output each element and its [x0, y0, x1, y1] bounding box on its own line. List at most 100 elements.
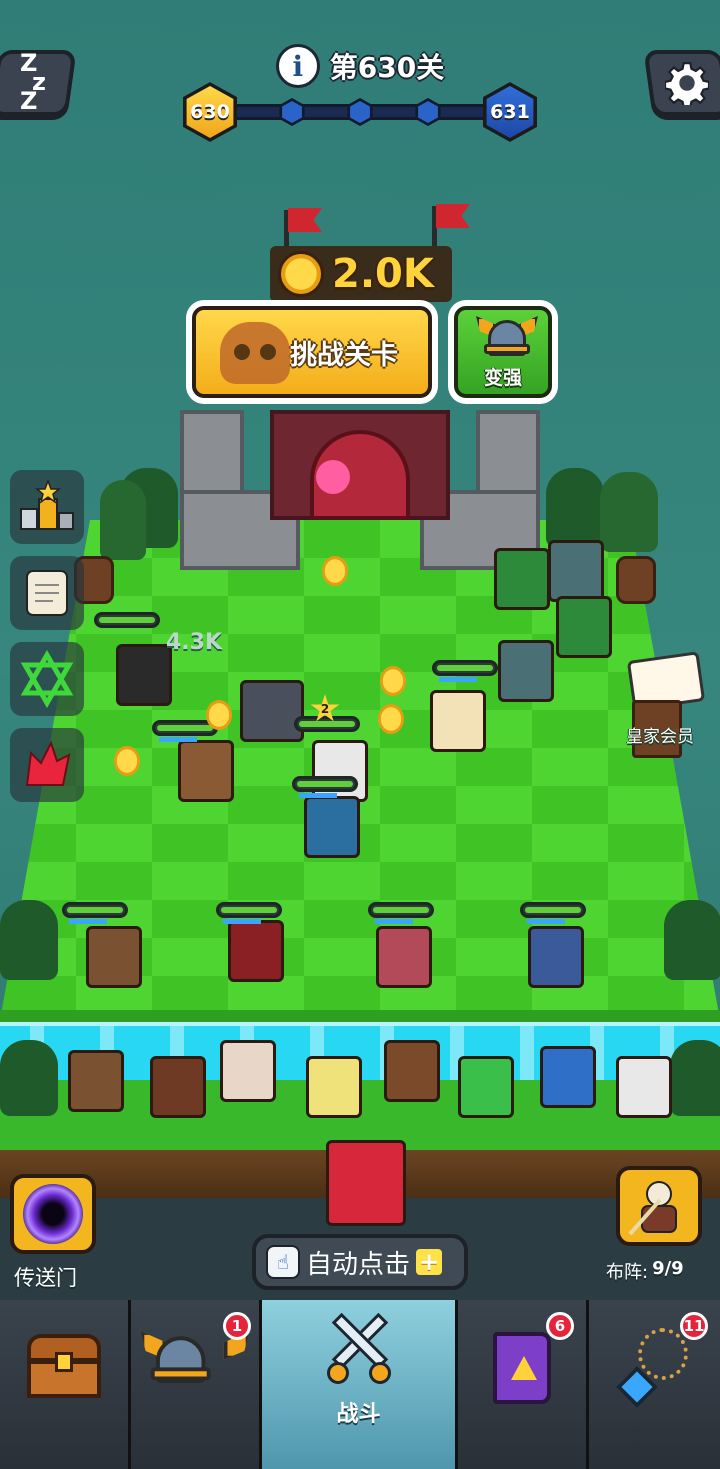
heroes-badge: 1 [223, 1312, 251, 1340]
enemy-unit [498, 640, 554, 702]
castle-stone [180, 410, 244, 500]
bench-hero[interactable] [150, 1056, 206, 1118]
coin-icon[interactable] [322, 556, 348, 586]
enemy-castle [180, 400, 540, 575]
bench-hero[interactable] [540, 1046, 596, 1108]
enemy-unit [240, 680, 304, 742]
barrel [616, 556, 656, 604]
tree [600, 472, 658, 552]
level-progress: 630 631 [180, 82, 540, 142]
enemy-unit [556, 596, 612, 658]
ranking-icon [20, 478, 74, 530]
health-bar [62, 902, 128, 924]
hero-unit [86, 926, 142, 988]
plus-icon: + [416, 1249, 443, 1275]
bench-hero[interactable] [384, 1040, 440, 1102]
gold-coin-icon [278, 251, 324, 297]
tree [546, 468, 604, 548]
formation-label-text: 布阵: [606, 1262, 649, 1283]
auto-click-label: 自动点击 [306, 1249, 411, 1280]
health-bar [432, 660, 498, 682]
viking-helmet-icon [476, 314, 538, 362]
challenge-level-button[interactable]: 挑战关卡 [186, 300, 438, 404]
health-bar [292, 776, 358, 798]
formation-count: 9/9 [652, 1258, 684, 1279]
crossed-swords-icon [317, 1306, 401, 1390]
red-leaf-button[interactable] [10, 728, 84, 802]
tab-battle[interactable]: 战斗 [262, 1300, 458, 1469]
next-level-badge: 631 [483, 82, 537, 142]
gear-icon [665, 62, 709, 105]
upgrade-label: 变强 [483, 367, 522, 389]
red-flag-icon [288, 208, 322, 232]
hexagram-button[interactable] [10, 642, 84, 716]
viking-helmet-icon [140, 1328, 250, 1411]
formation-hero-icon [628, 1181, 677, 1236]
health-bar [216, 902, 282, 924]
coin-icon[interactable] [206, 700, 232, 730]
hero-unit [430, 690, 486, 752]
hexagram-icon [20, 650, 74, 708]
portal-button[interactable] [10, 1174, 96, 1254]
red-flag-icon [436, 204, 470, 228]
formation-button[interactable] [616, 1166, 702, 1246]
equipment-badge: 11 [680, 1312, 708, 1340]
tree [670, 1040, 720, 1116]
stage-node-icon [347, 98, 373, 126]
current-level-badge: 630 [183, 82, 237, 142]
stage-node-icon [279, 98, 305, 126]
coin-icon[interactable] [380, 666, 406, 696]
bench-hero[interactable] [306, 1056, 362, 1118]
formation-label: 布阵: 9/9 [606, 1258, 684, 1284]
bench-hero[interactable] [616, 1056, 672, 1118]
treasure-chest-icon [27, 1334, 101, 1398]
enemy-unit [494, 548, 550, 610]
red-leaf-icon [25, 740, 71, 786]
hero-unit [178, 740, 234, 802]
enemy-unit [548, 540, 604, 602]
health-bar [368, 902, 434, 924]
current-level-number: 630 [190, 101, 230, 123]
challenge-level-label: 挑战关卡 [290, 339, 398, 371]
hero-unit [228, 920, 284, 982]
settings-button[interactable] [643, 50, 720, 116]
hero-unit [528, 926, 584, 988]
hero-unit [376, 926, 432, 988]
tab-spellbook[interactable]: 6 [458, 1300, 589, 1469]
star-level-number: 2 [320, 702, 330, 716]
castle-stone [476, 410, 540, 500]
bench-hero[interactable] [68, 1050, 124, 1112]
level-title-text: 第630关 [329, 51, 445, 84]
tab-battle-label: 战斗 [336, 1402, 381, 1427]
dragon-hero [326, 1140, 406, 1226]
auto-click-button[interactable]: ☝ 自动点击 + [252, 1234, 468, 1290]
bench-hero[interactable] [220, 1040, 276, 1102]
upgrade-button[interactable]: 变强 [448, 300, 558, 404]
bench-hero[interactable] [458, 1056, 514, 1118]
pointing-hand-icon: ☝ [266, 1245, 300, 1279]
tab-equipment[interactable]: 11 [589, 1300, 720, 1469]
bottom-nav: 1 战斗 6 11 [0, 1300, 720, 1469]
tab-heroes[interactable]: 1 [131, 1300, 262, 1469]
spellbook-icon [493, 1332, 551, 1404]
royal-member-label[interactable]: 皇家会员 [626, 722, 694, 747]
amulet-icon [615, 1328, 690, 1409]
tree [0, 1040, 58, 1116]
tab-treasure[interactable] [0, 1300, 131, 1469]
level-title: i 第630关 [0, 44, 720, 88]
reward-amount: 2.0K [332, 251, 434, 297]
health-bar [94, 612, 160, 628]
quest-scroll-icon [26, 570, 68, 616]
quest-scroll-button[interactable] [10, 556, 84, 630]
coin-icon[interactable] [378, 704, 404, 734]
health-bar [520, 902, 586, 924]
skull-emblem-icon [316, 460, 350, 494]
health-bar [294, 716, 360, 732]
damage-number: 4.3K [166, 630, 223, 655]
coin-icon[interactable] [114, 746, 140, 776]
next-level-number: 631 [490, 101, 530, 123]
skull-icon [220, 322, 290, 384]
spellbook-badge: 6 [546, 1312, 574, 1340]
info-icon[interactable]: i [275, 44, 320, 88]
ranking-button[interactable] [10, 470, 84, 544]
